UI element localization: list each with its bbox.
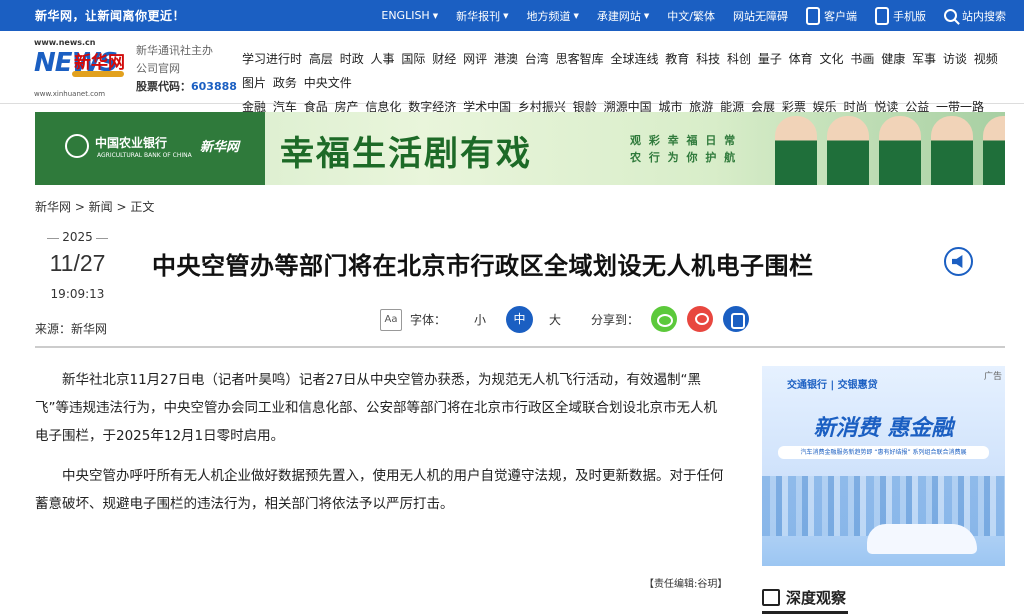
- channel-link[interactable]: 中央文件: [304, 76, 352, 90]
- nav-traditional-chinese[interactable]: 中文/繁体: [667, 8, 715, 24]
- breadcrumb[interactable]: 新华网 > 新闻 > 正文: [35, 198, 154, 215]
- top-bar: 新华网，让新闻离你更近！ ENGLISH ▼ 新华报刊 ▼ 地方频道 ▼ 承建网站 ▼ …: [0, 0, 1024, 31]
- article-source: 来源：新华网: [35, 322, 108, 336]
- chevron-down-icon: ▼: [573, 11, 579, 20]
- top-nav: ENGLISH ▼ 新华报刊 ▼ 地方频道 ▼ 承建网站 ▼ 中文/繁体 网站无障碍 客…: [363, 0, 1006, 31]
- share-label: 分享到：: [591, 312, 640, 327]
- publish-year: 2025: [35, 230, 120, 244]
- ad-headline: 新消费 惠金融: [813, 416, 954, 441]
- channel-link[interactable]: 人事: [371, 52, 395, 66]
- logo-url-bottom: www.xinhuanet.com: [34, 90, 106, 98]
- ad-banner[interactable]: 中国农业银行 AGRICULTURAL BANK OF CHINA 新华网 幸福…: [35, 112, 1005, 185]
- channel-link[interactable]: 文化: [820, 52, 844, 66]
- site-logo[interactable]: www.news.cn NEWS 新华网 www.xinhuanet.com: [34, 38, 130, 100]
- site-slogan: 新华网，让新闻离你更近！: [35, 9, 186, 23]
- nav-mobile-version[interactable]: 手机版: [875, 6, 926, 25]
- channel-link[interactable]: 思客智库: [556, 52, 604, 66]
- person-figure: [983, 116, 1005, 185]
- person-figure: [931, 116, 973, 185]
- font-size-icon: Aa: [380, 308, 402, 331]
- speaker-icon[interactable]: [944, 247, 973, 276]
- font-size-label: 字体：: [410, 313, 447, 327]
- share-bar: 分享到：: [591, 306, 750, 332]
- logo-url-top: www.news.cn: [34, 38, 96, 47]
- channel-link[interactable]: 财经: [432, 52, 456, 66]
- wechat-icon[interactable]: [651, 306, 678, 332]
- ad-car-image: [867, 524, 977, 554]
- channel-link[interactable]: 教育: [665, 52, 689, 66]
- channel-link[interactable]: 台湾: [525, 52, 549, 66]
- channel-link[interactable]: 科技: [696, 52, 720, 66]
- ad-bank-name: 交通银行 | 交银惠贷: [787, 380, 878, 391]
- channel-link[interactable]: 体育: [789, 52, 813, 66]
- nav-newspapers[interactable]: 新华报刊 ▼: [456, 8, 508, 24]
- banner-partner: 新华网: [200, 140, 240, 155]
- channel-link[interactable]: 港澳: [494, 52, 518, 66]
- article-body: 新华社北京11月27日电（记者叶昊鸣）记者27日从中央空管办获悉，为规范无人机飞…: [35, 366, 730, 530]
- publish-month-day: 11/27: [49, 250, 106, 276]
- nav-accessibility[interactable]: 网站无障碍: [733, 8, 788, 24]
- channel-link[interactable]: 国际: [401, 52, 425, 66]
- nav-client-app[interactable]: 客户端: [806, 6, 857, 25]
- nav-english[interactable]: ENGLISH ▼: [381, 9, 438, 22]
- stock-code[interactable]: 603888: [191, 80, 237, 93]
- org-info: 新华通讯社主办 公司官网 股票代码：603888: [136, 44, 237, 93]
- publish-time: 19:09:13: [50, 287, 105, 301]
- bank-logo-icon: [65, 134, 89, 158]
- channel-link[interactable]: 高层: [309, 52, 333, 66]
- person-figure: [775, 116, 817, 185]
- chevron-down-icon: ▼: [432, 11, 439, 20]
- chevron-down-icon: ▼: [503, 11, 509, 20]
- banner-people-image: [765, 116, 1005, 185]
- logo-chinese: 新华网: [74, 53, 125, 73]
- nav-site-search[interactable]: 站内搜索: [944, 8, 1006, 24]
- channel-link[interactable]: 量子: [758, 52, 782, 66]
- chevron-down-icon: ▼: [643, 11, 650, 20]
- article-title: 中央空管办等部门将在北京市行政区全域划设无人机电子围栏: [152, 252, 814, 280]
- channel-link[interactable]: 军事: [912, 52, 936, 66]
- editor-credit: 【责任编辑:谷玥】: [644, 579, 728, 590]
- banner-bank-name: 中国农业银行: [95, 136, 168, 150]
- channel-link[interactable]: 访谈: [943, 52, 967, 66]
- mobile-share-icon[interactable]: [723, 306, 750, 332]
- nav-hosted-sites[interactable]: 承建网站 ▼: [597, 8, 649, 24]
- channel-row-1: 学习进行时 高层 时政 人事 国际 财经 网评 港澳 台湾 思客智库 全球连线 …: [242, 47, 1012, 95]
- person-figure: [827, 116, 869, 185]
- channel-link[interactable]: 学习进行时: [242, 52, 302, 66]
- article-paragraph: 中央空管办呼吁所有无人机企业做好数据预先置入，使用无人机的用户自觉遵守法规，及时…: [35, 468, 724, 512]
- channel-link[interactable]: 图片: [242, 76, 266, 90]
- site-header: www.news.cn NEWS 新华网 www.xinhuanet.com 新…: [0, 31, 1024, 138]
- channel-link[interactable]: 科创: [727, 52, 751, 66]
- deep-observation-heading[interactable]: 深度观察: [762, 587, 848, 614]
- channel-link[interactable]: 书画: [850, 52, 874, 66]
- divider: [35, 346, 1005, 348]
- channel-link[interactable]: 健康: [881, 52, 905, 66]
- ad-label: 广告: [983, 372, 1002, 382]
- banner-tagline: 观 彩 幸 福 日 常 农 行 为 你 护 航: [630, 134, 738, 164]
- font-size-controls: Aa 字体： 小 中 大: [380, 306, 561, 333]
- mobile-icon: [875, 6, 889, 25]
- book-icon: [762, 589, 780, 606]
- banner-bank-en: AGRICULTURAL BANK OF CHINA: [97, 152, 192, 159]
- channel-link[interactable]: 政务: [273, 76, 297, 90]
- font-medium-button[interactable]: 中: [506, 306, 534, 333]
- banner-slogan: 幸福生活剧有戏: [280, 134, 532, 174]
- publish-date: 2025 11/27 19:09:13: [35, 230, 120, 301]
- person-figure: [879, 116, 921, 185]
- font-small-button[interactable]: 小: [474, 311, 486, 328]
- weibo-icon[interactable]: [687, 306, 714, 332]
- channel-link[interactable]: 视频: [974, 52, 998, 66]
- sidebar-ad[interactable]: 广告 交通银行 | 交银惠贷 新消费 惠金融 汽车消费金融服务新趋势即 “惠有好…: [762, 366, 1005, 566]
- logo-swoosh: [72, 71, 124, 77]
- font-large-button[interactable]: 大: [549, 311, 561, 328]
- article-paragraph: 新华社北京11月27日电（记者叶昊鸣）记者27日从中央空管办获悉，为规范无人机飞…: [35, 372, 717, 444]
- channel-link[interactable]: 网评: [463, 52, 487, 66]
- ad-subtitle: 汽车消费金融服务新趋势即 “惠有好结报” 系列组合联合消费展: [778, 446, 989, 459]
- nav-local-channels[interactable]: 地方频道 ▼: [527, 8, 579, 24]
- phone-icon: [806, 6, 820, 25]
- channel-link[interactable]: 全球连线: [610, 52, 658, 66]
- channel-link[interactable]: 时政: [340, 52, 364, 66]
- search-icon: [944, 9, 957, 22]
